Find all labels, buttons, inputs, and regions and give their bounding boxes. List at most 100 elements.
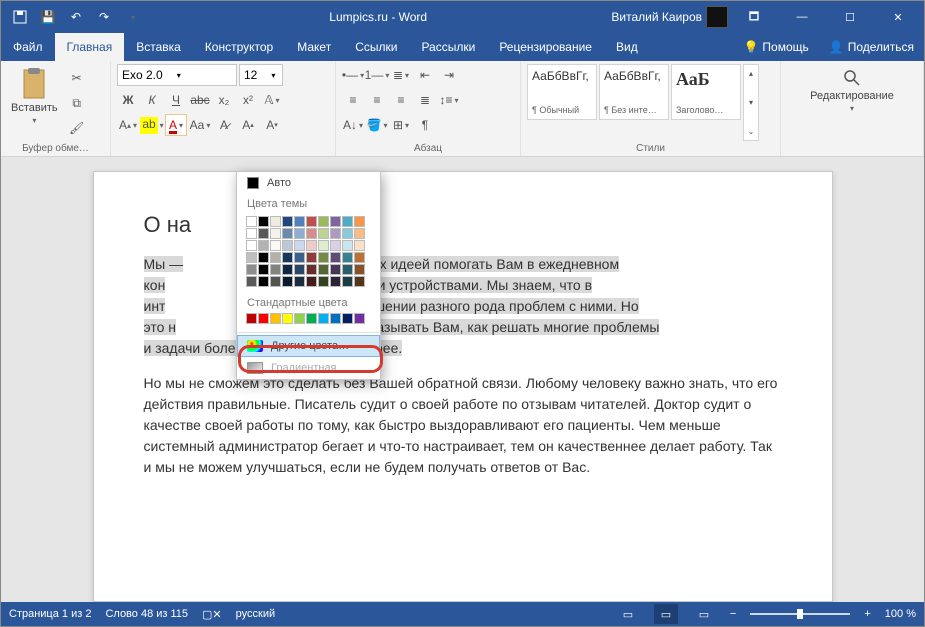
- color-auto[interactable]: Авто: [237, 172, 380, 194]
- theme-swatch[interactable]: [294, 276, 305, 287]
- italic-button[interactable]: К: [141, 89, 163, 111]
- tab-design[interactable]: Конструктор: [193, 33, 285, 61]
- theme-swatch[interactable]: [306, 252, 317, 263]
- theme-swatch[interactable]: [342, 228, 353, 239]
- line-spacing-button[interactable]: ↕≡: [438, 89, 460, 111]
- status-words[interactable]: Слово 48 из 115: [105, 608, 188, 620]
- tab-share[interactable]: 👤 Поделиться: [819, 33, 924, 61]
- theme-swatch[interactable]: [354, 240, 365, 251]
- styles-scroll-up[interactable]: ▴: [744, 65, 758, 82]
- theme-swatch[interactable]: [342, 264, 353, 275]
- theme-swatch[interactable]: [306, 228, 317, 239]
- theme-swatch[interactable]: [294, 240, 305, 251]
- paste-button[interactable]: Вставить ▾: [7, 64, 62, 129]
- tab-home[interactable]: Главная: [55, 33, 125, 61]
- standard-swatch[interactable]: [318, 313, 329, 324]
- editing-button[interactable]: Редактирование ▾: [806, 64, 898, 117]
- text-effects-button[interactable]: 𝔸: [261, 89, 283, 111]
- theme-swatch[interactable]: [342, 216, 353, 227]
- standard-swatch[interactable]: [330, 313, 341, 324]
- borders-button[interactable]: ⊞: [390, 114, 412, 136]
- theme-swatch[interactable]: [342, 240, 353, 251]
- align-left-button[interactable]: ≡: [342, 89, 364, 111]
- theme-swatch[interactable]: [270, 216, 281, 227]
- clear-format-button[interactable]: A̷: [213, 114, 235, 136]
- theme-swatch[interactable]: [354, 228, 365, 239]
- standard-swatch[interactable]: [246, 313, 257, 324]
- theme-swatch[interactable]: [330, 252, 341, 263]
- tab-references[interactable]: Ссылки: [343, 33, 409, 61]
- more-colors[interactable]: Другие цвета…: [237, 335, 380, 357]
- theme-swatch[interactable]: [354, 276, 365, 287]
- theme-swatch[interactable]: [246, 264, 257, 275]
- font-size-combo[interactable]: 12▾: [239, 64, 283, 86]
- zoom-in-button[interactable]: +: [864, 608, 870, 620]
- theme-swatch[interactable]: [270, 252, 281, 263]
- standard-swatch[interactable]: [270, 313, 281, 324]
- decrease-indent-button[interactable]: ⇤: [414, 64, 436, 86]
- theme-swatch[interactable]: [258, 216, 269, 227]
- zoom-out-button[interactable]: −: [730, 608, 736, 620]
- theme-swatch[interactable]: [246, 216, 257, 227]
- theme-swatch[interactable]: [258, 264, 269, 275]
- theme-swatch[interactable]: [306, 264, 317, 275]
- theme-swatch[interactable]: [318, 264, 329, 275]
- ribbon-options-icon[interactable]: 🗖: [732, 2, 776, 32]
- theme-swatch[interactable]: [258, 252, 269, 263]
- theme-swatch[interactable]: [330, 240, 341, 251]
- theme-swatch[interactable]: [258, 240, 269, 251]
- theme-swatch[interactable]: [354, 264, 365, 275]
- theme-swatch[interactable]: [354, 216, 365, 227]
- theme-swatch[interactable]: [282, 276, 293, 287]
- standard-swatch[interactable]: [294, 313, 305, 324]
- standard-swatch[interactable]: [342, 313, 353, 324]
- style-nointerval[interactable]: АаБбВвГг, ¶ Без инте…: [599, 64, 669, 120]
- tab-file[interactable]: Файл: [1, 33, 55, 61]
- theme-swatch[interactable]: [294, 252, 305, 263]
- theme-swatch[interactable]: [246, 240, 257, 251]
- show-marks-button[interactable]: ¶: [414, 114, 436, 136]
- superscript-button[interactable]: x²: [237, 89, 259, 111]
- theme-swatch[interactable]: [246, 228, 257, 239]
- tab-mailings[interactable]: Рассылки: [409, 33, 487, 61]
- increase-indent-button[interactable]: ⇥: [438, 64, 460, 86]
- format-painter-icon[interactable]: 🖌: [66, 117, 88, 139]
- underline-button[interactable]: Ч: [165, 89, 187, 111]
- theme-swatch[interactable]: [330, 216, 341, 227]
- styles-scroll-down[interactable]: ▾: [744, 94, 758, 111]
- status-language[interactable]: русский: [236, 608, 275, 620]
- document-page[interactable]: О на Мы — одержимых идеей помогать Вам в…: [93, 171, 833, 602]
- numbering-button[interactable]: 1―: [366, 64, 388, 86]
- bold-button[interactable]: Ж: [117, 89, 139, 111]
- theme-swatch[interactable]: [306, 276, 317, 287]
- theme-swatch[interactable]: [270, 264, 281, 275]
- theme-swatch[interactable]: [354, 252, 365, 263]
- standard-swatch[interactable]: [282, 313, 293, 324]
- user-name[interactable]: Виталий Каиров: [611, 10, 702, 24]
- standard-color-row[interactable]: [237, 313, 380, 330]
- standard-swatch[interactable]: [306, 313, 317, 324]
- font-name-combo[interactable]: Exo 2.0▾: [117, 64, 237, 86]
- theme-swatch[interactable]: [246, 276, 257, 287]
- copy-icon[interactable]: ⧉: [66, 92, 88, 114]
- theme-swatch[interactable]: [306, 216, 317, 227]
- theme-swatch[interactable]: [246, 252, 257, 263]
- gradient-fill[interactable]: Градиентная: [237, 357, 380, 379]
- theme-swatch[interactable]: [258, 276, 269, 287]
- shading-button[interactable]: 🪣: [366, 114, 388, 136]
- multilevel-button[interactable]: ≣: [390, 64, 412, 86]
- proofing-icon[interactable]: ▢✕: [202, 608, 222, 621]
- theme-swatch[interactable]: [318, 252, 329, 263]
- theme-swatch[interactable]: [270, 228, 281, 239]
- autosave-icon[interactable]: [7, 4, 33, 30]
- theme-swatch[interactable]: [282, 228, 293, 239]
- sort-button[interactable]: A↓: [342, 114, 364, 136]
- theme-swatch[interactable]: [306, 240, 317, 251]
- theme-swatch[interactable]: [330, 228, 341, 239]
- tab-layout[interactable]: Макет: [285, 33, 343, 61]
- style-normal[interactable]: АаБбВвГг, ¶ Обычный: [527, 64, 597, 120]
- theme-swatch[interactable]: [282, 240, 293, 251]
- maximize-button[interactable]: ☐: [828, 2, 872, 32]
- theme-swatch[interactable]: [270, 276, 281, 287]
- shrink-font-icon[interactable]: A▾: [261, 114, 283, 136]
